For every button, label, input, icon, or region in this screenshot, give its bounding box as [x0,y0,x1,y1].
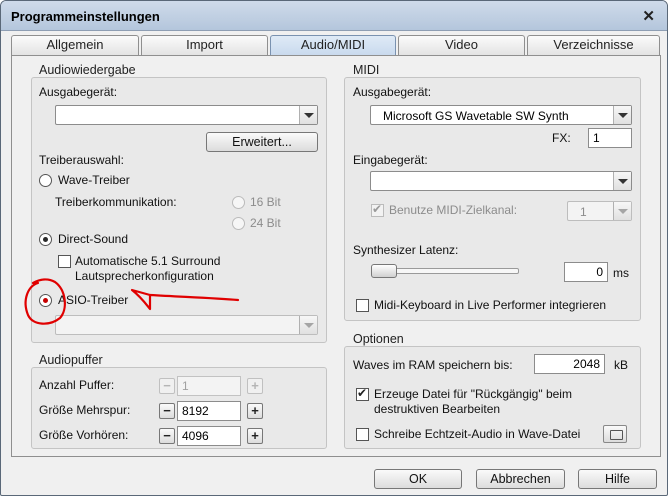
driver-comm-label: Treiberkommunikation: [55,195,177,209]
audio-buffer-title: Audiopuffer [39,353,103,367]
wave-driver-radio[interactable] [39,174,52,187]
advanced-button[interactable]: Erweitert... [206,132,318,152]
cancel-button[interactable]: Abbrechen [476,469,565,489]
tab-import[interactable]: Import [141,35,268,55]
audio-output-select[interactable] [55,105,318,125]
surround-label-line1: Automatische 5.1 Surround [75,254,221,268]
checkmark-icon: ✔ [357,386,368,400]
synth-latency-label: Synthesizer Latenz: [353,243,459,257]
asio-driver-label: ASIO-Treiber [58,293,129,307]
help-button[interactable]: Hilfe [578,469,657,489]
buffer-count-minus-button[interactable]: − [159,378,175,394]
chevron-down-icon[interactable] [299,106,317,124]
latency-slider-thumb[interactable] [371,264,397,278]
undo-file-checkbox[interactable]: ✔ [356,386,369,401]
undo-file-label-line1: Erzeuge Datei für "Rückgängig" beim [374,387,572,401]
audio-playback-title: Audiowiedergabe [39,63,136,77]
target-channel-checkbox[interactable]: ✔ [371,202,384,217]
multitrack-size-input[interactable]: 8192 [177,401,241,421]
midi-output-value: Microsoft GS Wavetable SW Synth [383,109,569,123]
undo-file-label-line2: destruktiven Bearbeiten [374,402,501,416]
waves-ram-input[interactable]: 2048 [534,354,605,374]
multitrack-size-label: Größe Mehrspur: [39,403,131,417]
buffer-count-label: Anzahl Puffer: [39,378,115,392]
midi-input-label: Eingabegerät: [353,153,428,167]
bit16-radio[interactable] [232,196,245,209]
preview-plus-button[interactable]: + [247,428,263,444]
asio-driver-select[interactable] [55,315,318,335]
multitrack-minus-button[interactable]: − [159,403,175,419]
target-channel-select[interactable]: 1 [567,201,632,221]
title-bar: Programmeinstellungen ✕ [1,1,667,31]
checkmark-icon: ✔ [372,202,383,216]
surround-checkbox[interactable] [58,255,71,268]
tab-audio-midi[interactable]: Audio/MIDI [270,35,396,55]
close-icon[interactable]: ✕ [642,7,655,25]
chevron-down-icon[interactable] [613,172,631,190]
surround-label-line2: Lautsprecherkonfiguration [75,269,214,283]
options-title: Optionen [353,332,404,346]
driver-selection-label: Treiberauswahl: [39,153,124,167]
bit24-label: 24 Bit [250,216,281,230]
tab-video[interactable]: Video [398,35,525,55]
bit16-label: 16 Bit [250,195,281,209]
midi-output-label: Ausgabegerät: [353,85,432,99]
preview-size-label: Größe Vorhören: [39,428,129,442]
target-channel-value: 1 [580,205,587,219]
chevron-down-icon[interactable] [613,106,631,124]
realtime-audio-checkbox[interactable] [356,428,369,441]
preview-minus-button[interactable]: − [159,428,175,444]
preview-size-input[interactable]: 4096 [177,426,241,446]
multitrack-plus-button[interactable]: + [247,403,263,419]
waves-ram-unit: kB [614,358,629,372]
tab-allgemein[interactable]: Allgemein [11,35,139,55]
ok-button[interactable]: OK [374,469,462,489]
buffer-count-plus-button[interactable]: + [247,378,263,394]
audio-output-label: Ausgabegerät: [39,85,118,99]
realtime-audio-label: Schreibe Echtzeit-Audio in Wave-Datei [374,427,581,441]
buffer-count-input[interactable]: 1 [177,376,241,396]
midi-output-select[interactable]: Microsoft GS Wavetable SW Synth [370,105,632,125]
asio-driver-radio[interactable] [39,294,52,307]
latency-unit: ms [613,266,629,280]
target-channel-label: Benutze MIDI-Zielkanal: [389,203,518,217]
fx-label: FX: [552,131,571,145]
wave-driver-label: Wave-Treiber [58,173,130,187]
chevron-down-icon[interactable] [613,202,631,220]
direct-sound-radio[interactable] [39,233,52,246]
midi-input-select[interactable] [370,171,632,191]
latency-input[interactable]: 0 [564,262,608,282]
fx-input[interactable]: 1 [588,128,632,148]
tab-bar: Allgemein Import Audio/MIDI Video Verzei… [11,35,661,55]
midi-keyboard-checkbox[interactable] [356,299,369,312]
midi-keyboard-label: Midi-Keyboard in Live Performer integrie… [374,298,607,312]
chevron-down-icon[interactable] [299,316,317,334]
window-title: Programmeinstellungen [11,9,160,24]
direct-sound-label: Direct-Sound [58,232,129,246]
waves-ram-label: Waves im RAM speichern bis: [353,358,513,372]
tab-verzeichnisse[interactable]: Verzeichnisse [527,35,660,55]
folder-icon[interactable] [603,425,627,443]
settings-dialog: Programmeinstellungen ✕ Allgemein Import… [0,0,668,496]
midi-title: MIDI [353,63,380,77]
bit24-radio[interactable] [232,217,245,230]
